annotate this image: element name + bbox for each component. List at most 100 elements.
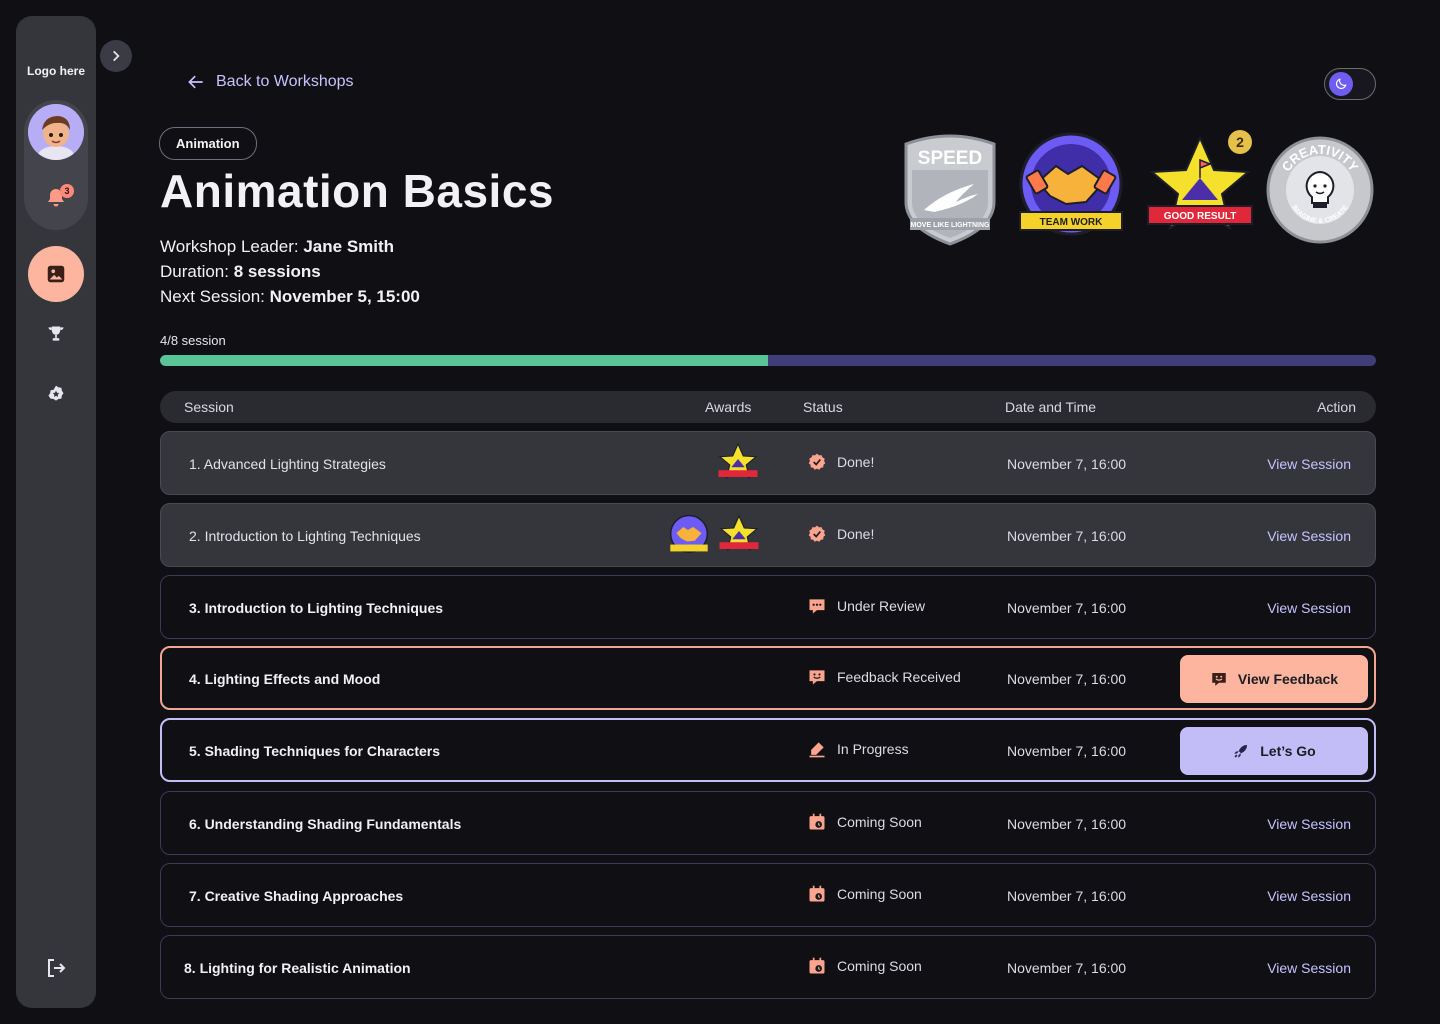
svg-text:SPEED: SPEED (918, 148, 982, 169)
moon-icon (1329, 72, 1353, 96)
speed-badge-icon[interactable]: SPEED MOVE LIKE LIGHTNING (900, 132, 1000, 246)
image-icon (47, 265, 65, 283)
session-name: 8. Lighting for Realistic Animation (184, 960, 411, 976)
user-pill: 3 (24, 100, 88, 230)
status-label: Done! (837, 526, 875, 542)
next-label: Next Session: (160, 287, 265, 306)
session-date: November 7, 16:00 (1007, 743, 1127, 759)
status-label: In Progress (837, 741, 909, 757)
session-date: November 7, 16:00 (1007, 456, 1127, 472)
workshop-meta: Workshop Leader: Jane Smith Duration: 8 … (160, 234, 420, 309)
session-date: November 7, 16:00 (1007, 960, 1127, 976)
good-result-award-icon (718, 442, 758, 479)
back-to-workshops-link[interactable]: Back to Workshops (186, 72, 354, 92)
header-awards: Awards (705, 399, 752, 415)
status: Coming Soon (807, 812, 922, 832)
duration-value: 8 sessions (233, 262, 321, 281)
status: Feedback Received (807, 667, 961, 687)
nav-badges[interactable] (44, 382, 68, 406)
status-label: Feedback Received (837, 669, 961, 685)
creativity-badge-icon[interactable]: CREATIVITY IMAGINE & CREATE (1266, 136, 1374, 244)
status-label: Coming Soon (837, 886, 922, 902)
header-session: Session (184, 399, 234, 415)
view-session-link[interactable]: View Session (1267, 816, 1351, 832)
table-row[interactable]: 5. Shading Techniques for Characters In … (160, 718, 1376, 782)
table-row[interactable]: 8. Lighting for Realistic Animation Comi… (160, 935, 1376, 999)
table-row[interactable]: 3. Introduction to Lighting Techniques U… (160, 575, 1376, 639)
rocket-icon (1234, 745, 1248, 758)
sidebar: Logo here 3 (16, 16, 96, 1008)
svg-text:MOVE LIKE LIGHTNING: MOVE LIKE LIGHTNING (911, 222, 991, 229)
session-name: 7. Creative Shading Approaches (189, 888, 404, 904)
session-date: November 7, 16:00 (1007, 888, 1127, 904)
table-row[interactable]: 6. Understanding Shading Fundamentals Co… (160, 791, 1376, 855)
header-action: Action (1317, 399, 1356, 415)
status-label: Coming Soon (837, 958, 922, 974)
trophy-icon (48, 326, 64, 341)
header-date: Date and Time (1005, 399, 1097, 415)
session-name: 5. Shading Techniques for Characters (189, 743, 441, 759)
status: Done! (807, 452, 874, 472)
chat-smile-icon (1212, 673, 1226, 686)
notification-badge: 3 (60, 184, 74, 198)
status-label: Under Review (837, 598, 925, 614)
session-date: November 7, 16:00 (1007, 528, 1127, 544)
status: Coming Soon (807, 884, 922, 904)
team-work-badge-icon[interactable]: TEAM WORK (1016, 132, 1126, 242)
status: Coming Soon (807, 956, 922, 976)
status: In Progress (807, 739, 909, 759)
status: Under Review (807, 596, 925, 616)
logout-icon[interactable] (44, 956, 68, 980)
svg-text:TEAM WORK: TEAM WORK (1040, 217, 1104, 228)
session-name: 2. Introduction to Lighting Techniques (189, 528, 421, 544)
progress-bar (160, 355, 1376, 366)
table-row[interactable]: 2. Introduction to Lighting Techniques D… (160, 503, 1376, 567)
check-badge-icon (808, 525, 826, 542)
avatar[interactable] (28, 104, 84, 160)
good-result-count-badge: 2 (1228, 130, 1252, 154)
calendar-clock-icon (809, 813, 825, 830)
status: Done! (807, 524, 874, 544)
row-awards (668, 514, 760, 556)
table-row[interactable]: 4. Lighting Effects and Mood Feedback Re… (160, 646, 1376, 710)
svg-text:GOOD RESULT: GOOD RESULT (1164, 211, 1237, 222)
leader-label: Workshop Leader: (160, 237, 299, 256)
back-label: Back to Workshops (216, 73, 354, 90)
table-row[interactable]: 7. Creative Shading Approaches Coming So… (160, 863, 1376, 927)
lets-go-button[interactable]: Let’s Go (1180, 727, 1368, 775)
check-badge-icon (808, 453, 826, 470)
session-date: November 7, 16:00 (1007, 671, 1127, 687)
duration-label: Duration: (160, 262, 229, 281)
nav-trophy[interactable] (44, 322, 68, 346)
session-date: November 7, 16:00 (1007, 816, 1127, 832)
view-session-link[interactable]: View Session (1267, 528, 1351, 544)
chat-smile-icon (809, 670, 825, 685)
row-awards (717, 442, 759, 482)
page-title: Animation Basics (160, 165, 554, 217)
table-header: Session Awards Status Date and Time Acti… (160, 391, 1376, 423)
table-row[interactable]: 1. Advanced Lighting Strategies Done! No… (160, 431, 1376, 495)
good-result-award-icon (719, 514, 759, 551)
session-name: 4. Lighting Effects and Mood (189, 671, 381, 687)
view-session-link[interactable]: View Session (1267, 960, 1351, 976)
progress-fill (160, 355, 768, 366)
expand-sidebar-button[interactable] (100, 40, 132, 72)
progress-label: 4/8 session (160, 333, 226, 348)
view-session-link[interactable]: View Session (1267, 600, 1351, 616)
theme-toggle[interactable] (1324, 68, 1376, 100)
session-date: November 7, 16:00 (1007, 600, 1127, 616)
calendar-clock-icon (809, 885, 825, 902)
session-name: 1. Advanced Lighting Strategies (189, 456, 386, 472)
view-session-link[interactable]: View Session (1267, 456, 1351, 472)
view-session-link[interactable]: View Session (1267, 888, 1351, 904)
view-feedback-label: View Feedback (1237, 671, 1339, 687)
pencil-icon (809, 742, 825, 758)
status-label: Done! (837, 454, 875, 470)
session-name: 3. Introduction to Lighting Techniques (189, 600, 444, 616)
nav-workshops[interactable] (28, 246, 84, 302)
leader-value: Jane Smith (303, 237, 395, 256)
badge-star-icon (48, 385, 64, 401)
lets-go-label: Let’s Go (1260, 743, 1316, 759)
session-name: 6. Understanding Shading Fundamentals (189, 816, 462, 832)
view-feedback-button[interactable]: View Feedback (1180, 655, 1368, 703)
